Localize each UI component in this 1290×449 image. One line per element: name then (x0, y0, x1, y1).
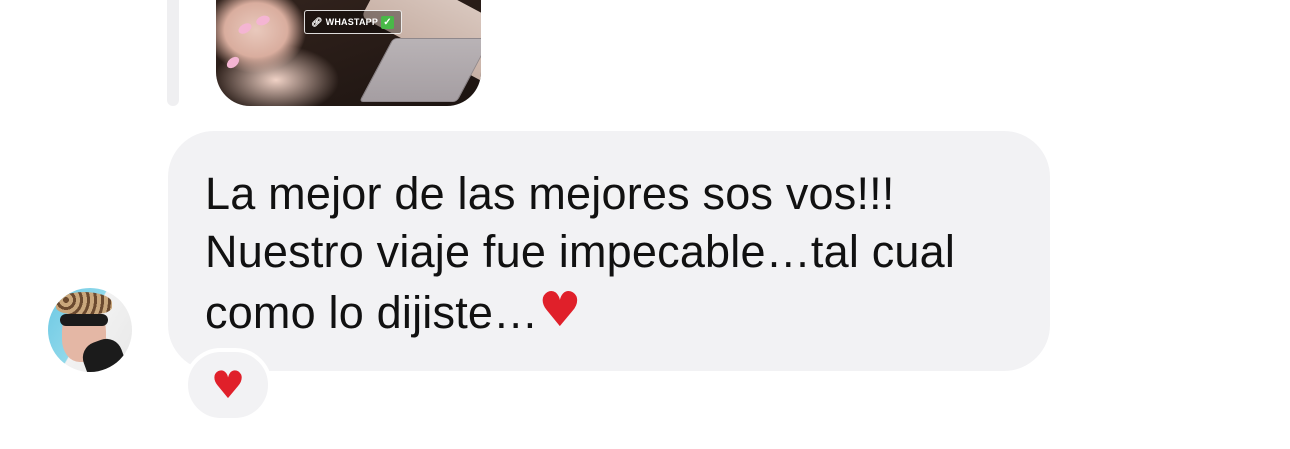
message-line-3-text: como lo dijiste… (205, 287, 539, 338)
message-line-2: Nuestro viaje fue impecable…tal cual (205, 226, 956, 277)
avatar-hat-shape (56, 292, 112, 314)
avatar-glasses-shape (60, 314, 108, 326)
heart-emoji-icon: ♥ (538, 282, 582, 338)
link-sticker[interactable]: 🔗︎ WHASTAPP ✓ (304, 10, 403, 34)
reaction-badge[interactable]: ♥ (184, 348, 272, 422)
shared-media-thumbnail[interactable]: 🔗︎ WHASTAPP ✓ (216, 0, 481, 106)
link-icon: 🔗︎ (311, 16, 323, 27)
sender-avatar[interactable] (48, 288, 132, 372)
reply-thread-line (167, 0, 179, 106)
heart-reaction-icon: ♥ (210, 363, 246, 407)
message-bubble[interactable]: La mejor de las mejores sos vos!!! Nuest… (168, 131, 1050, 371)
message-line-3: como lo dijiste…♥ (205, 281, 1014, 342)
message-line-1: La mejor de las mejores sos vos!!! (205, 168, 895, 219)
link-sticker-label: WHASTAPP (325, 17, 379, 27)
check-icon: ✓ (381, 15, 395, 29)
chat-thread: 🔗︎ WHASTAPP ✓ La mejor de las mejores so… (0, 0, 1290, 449)
